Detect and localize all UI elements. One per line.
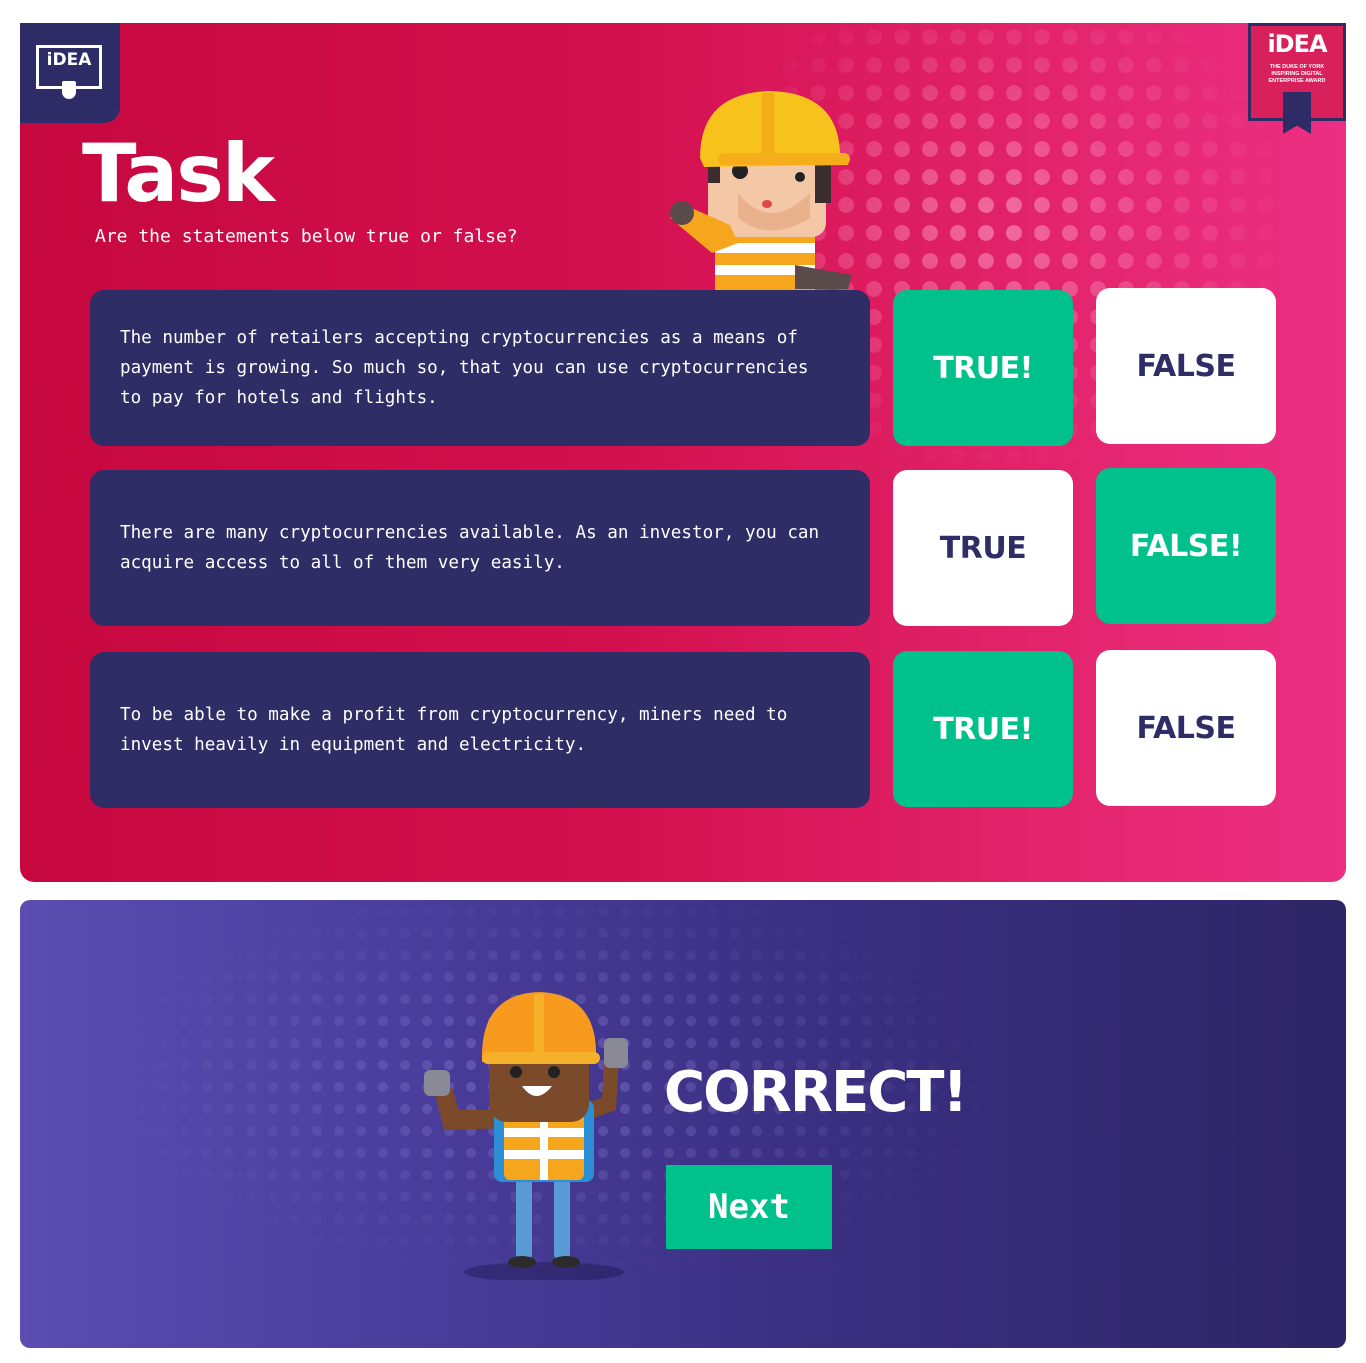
statement-card: The number of retailers accepting crypto… [90,290,870,446]
idea-award-logo: iDEA The Duke of York Inspiring Digital … [1248,23,1346,134]
false-button[interactable]: FALSE [1096,288,1276,444]
statement-card: To be able to make a profit from cryptoc… [90,652,870,808]
task-panel: iDEA iDEA The Duke of York Inspiring Dig… [20,23,1346,882]
true-button[interactable]: TRUE! [893,290,1073,446]
false-button[interactable]: FALSE! [1096,468,1276,624]
worker-character-illustration [670,91,852,291]
true-button[interactable]: TRUE! [893,651,1073,807]
result-panel: CORRECT! Next [20,900,1346,1348]
next-button[interactable]: Next [666,1165,832,1249]
crest-icon [62,81,76,99]
statement-card: There are many cryptocurrencies availabl… [90,470,870,626]
true-button[interactable]: TRUE [893,470,1073,626]
false-button[interactable]: FALSE [1096,650,1276,806]
correct-message: CORRECT! [664,1060,968,1125]
page-subtitle: Are the statements below true or false? [95,226,518,247]
celebrating-worker-illustration [424,992,628,1280]
logo-left-text: iDEA [46,50,92,70]
statement-text: There are many cryptocurrencies availabl… [120,523,820,573]
logo-right-subtitle: The Duke of York Inspiring Digital Enter… [1268,64,1326,84]
statement-text: The number of retailers accepting crypto… [120,328,809,408]
statement-text: To be able to make a profit from cryptoc… [120,705,788,755]
logo-right-text: iDEA [1267,30,1327,58]
page-title: Task [82,127,275,220]
idea-logo-left: iDEA [20,23,120,123]
